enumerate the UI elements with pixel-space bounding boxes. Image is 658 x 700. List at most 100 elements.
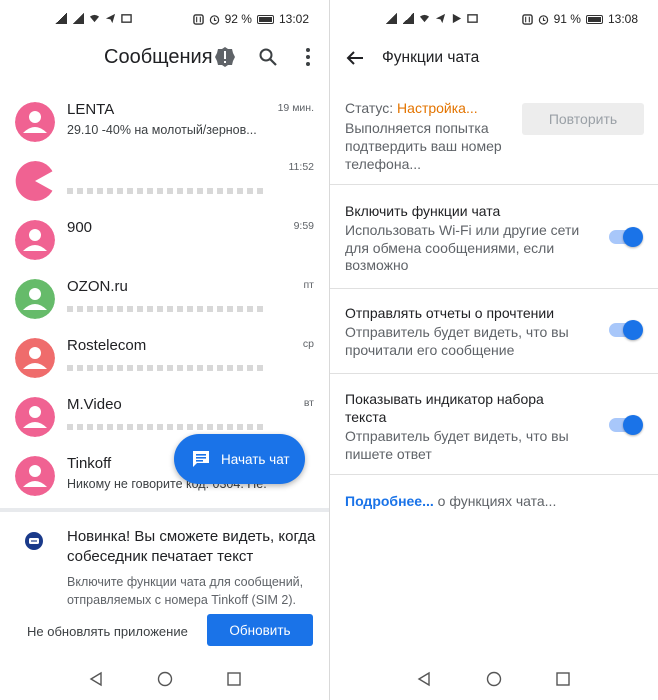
setting-typing-indicator[interactable]: Показывать индикатор набора текста Отпра… [330, 390, 658, 470]
conversation-name: M.Video [67, 396, 122, 413]
alert-badge-icon[interactable] [214, 46, 236, 68]
toggle-knob [623, 320, 643, 340]
learn-more-text: Подробнее... о функциях чата... [345, 493, 556, 509]
status-icons-left [385, 13, 478, 24]
divider [330, 184, 658, 185]
nav-recents-icon[interactable] [226, 671, 242, 687]
alarm-icon [209, 14, 219, 25]
divider [330, 373, 658, 374]
setting-read-receipts[interactable]: Отправлять отчеты о прочтении Отправител… [330, 304, 658, 364]
app-bar: Сообщения [0, 38, 329, 80]
conversation-time: 11:52 [288, 161, 315, 173]
avatar [15, 102, 55, 142]
conversation-snippet: 29.10 -40% на молотый/зернов... [67, 123, 257, 137]
person-icon [15, 397, 55, 437]
pacman-avatar-icon [15, 161, 53, 201]
conversation-time: пт [303, 279, 315, 291]
conversation-name: Tinkoff [67, 455, 112, 472]
setting-enable-chat-features[interactable]: Включить функции чата Использовать Wi-Fi… [330, 202, 658, 282]
setting-description: Отправитель будет видеть, что вы пишете … [345, 428, 569, 462]
nav-back-icon[interactable] [416, 671, 432, 687]
conversation-item[interactable]: 11:52 [0, 155, 329, 214]
conversation-name: OZON.ru [67, 278, 128, 295]
conversation-item-lenta[interactable]: LENTA 29.10 -40% на молотый/зернов... 19… [0, 96, 329, 155]
person-icon [15, 279, 55, 319]
chat-bubble-icon [193, 451, 209, 467]
blurred-snippet [67, 365, 267, 371]
wifi-icon [89, 14, 100, 23]
update-button[interactable]: Обновить [207, 614, 313, 646]
setting-title: Отправлять отчеты о прочтении [345, 305, 555, 321]
nav-back-icon[interactable] [88, 671, 104, 687]
person-icon [15, 220, 55, 260]
start-chat-label: Начать чат [221, 451, 290, 467]
blurred-snippet [67, 306, 267, 312]
notification-icon [121, 14, 132, 23]
battery-percent: 91 % [553, 12, 581, 26]
chat-features-screen: 91 % 13:08 Функции чата Статус: Настройк… [330, 0, 658, 700]
dont-update-button[interactable]: Не обновлять приложение [27, 624, 188, 639]
more-options-icon[interactable] [298, 46, 318, 68]
nfc-icon [192, 13, 204, 25]
signal-icon [72, 13, 84, 24]
conversation-item-rostelecom[interactable]: Rostelecom ср [0, 332, 329, 391]
retry-button[interactable]: Повторить [522, 103, 644, 135]
learn-more-link[interactable]: Подробнее... [345, 493, 434, 509]
signal-icon [402, 13, 414, 24]
person-icon [15, 102, 55, 142]
setting-title: Показывать индикатор набора текста [345, 391, 544, 425]
nav-home-icon[interactable] [486, 671, 502, 687]
divider [330, 474, 658, 475]
setting-title: Включить функции чата [345, 203, 501, 219]
play-icon [452, 13, 462, 24]
notification-icon [467, 14, 478, 23]
messages-screen: 92 % 13:02 Сообщения LENTA 29.10 -40% на… [0, 0, 329, 700]
status-label: Статус: [345, 100, 394, 116]
wifi-icon [419, 14, 430, 23]
app-bar: Функции чата [330, 38, 658, 80]
conversation-item-ozon[interactable]: OZON.ru пт [0, 273, 329, 332]
clock: 13:02 [278, 12, 309, 26]
avatar [15, 397, 55, 437]
conversation-item-900[interactable]: 900 9:59 [0, 214, 329, 273]
conversation-time: вт [303, 397, 314, 409]
conversation-time: ср [302, 338, 314, 350]
clock: 13:08 [607, 12, 638, 26]
setting-description: Отправитель будет видеть, что вы прочита… [345, 324, 569, 358]
status-icons-right: 92 % 13:02 [192, 12, 309, 26]
status-bar: 92 % 13:02 [0, 0, 329, 38]
status-icons-right: 91 % 13:08 [521, 12, 638, 26]
avatar [15, 338, 55, 378]
start-chat-button[interactable]: Начать чат [174, 434, 305, 484]
chat-features-promo-card: Новинка! Вы сможете видеть, когда собесе… [0, 508, 329, 658]
nav-recents-icon[interactable] [555, 671, 571, 687]
toggle-switch[interactable] [609, 227, 643, 247]
conversation-time: 19 мин. [277, 102, 314, 114]
page-title: Функции чата [382, 49, 480, 66]
toggle-switch[interactable] [609, 415, 643, 435]
status-bar: 91 % 13:08 [330, 0, 658, 38]
status-description: Выполняется попытка подтвердить ваш номе… [345, 120, 502, 172]
toggle-knob [623, 415, 643, 435]
battery-icon [585, 14, 603, 24]
blurred-snippet [67, 424, 267, 430]
avatar [15, 161, 55, 201]
telegram-icon [105, 13, 116, 24]
status-value: Настройка... [397, 100, 478, 116]
status-icons-left [55, 13, 132, 24]
toggle-knob [623, 227, 643, 247]
search-icon[interactable] [258, 47, 278, 67]
back-arrow-icon[interactable] [345, 48, 365, 68]
signal-icon [385, 13, 397, 24]
telegram-icon [435, 13, 446, 24]
status-line: Статус: Настройка... [345, 100, 478, 116]
alarm-icon [538, 14, 548, 25]
promo-body: Включите функции чата для сообщений, отп… [67, 575, 304, 607]
blurred-snippet [67, 188, 267, 194]
nav-home-icon[interactable] [157, 671, 173, 687]
toggle-switch[interactable] [609, 320, 643, 340]
battery-percent: 92 % [224, 12, 252, 26]
divider [330, 288, 658, 289]
avatar [15, 220, 55, 260]
nfc-icon [521, 13, 533, 25]
